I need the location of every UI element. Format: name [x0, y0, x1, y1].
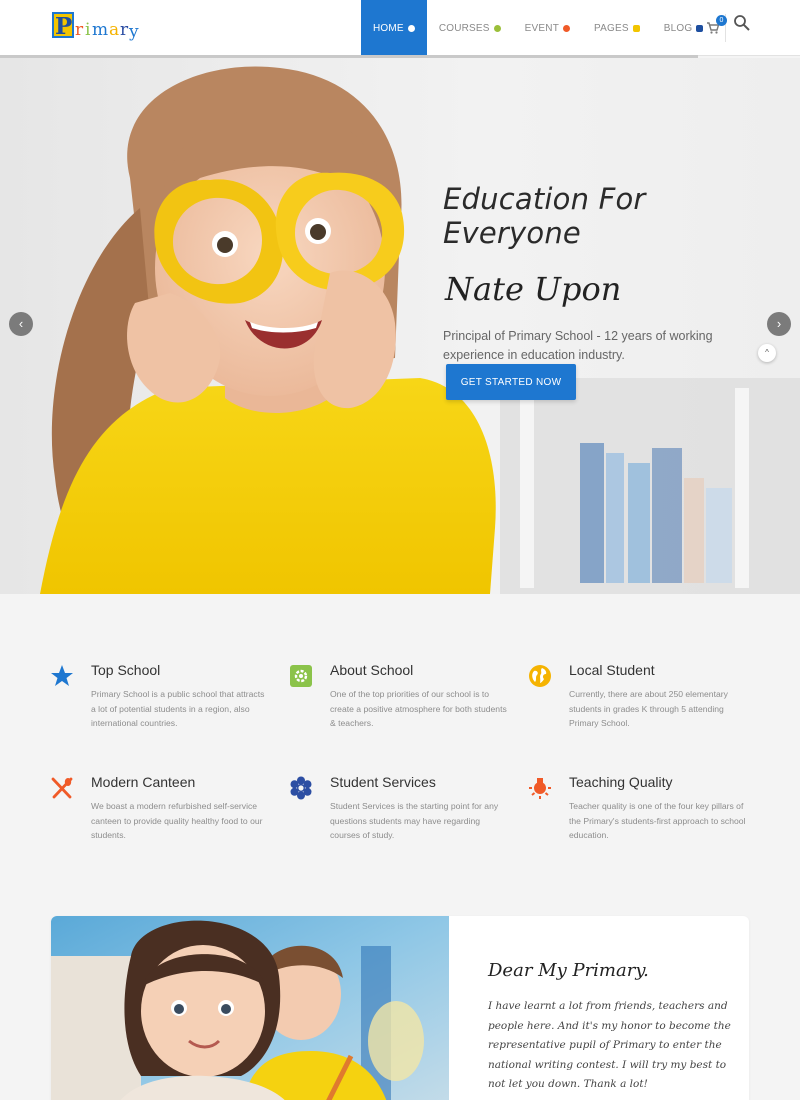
feature-text: Primary School is a public school that a…	[91, 689, 265, 728]
feature-top-school: Top School Primary School is a public sc…	[50, 662, 280, 731]
feature-teaching-quality: Teaching Quality Teacher quality is one …	[528, 774, 758, 843]
hero-subtitle: Principal of Primary School - 12 years o…	[443, 329, 713, 362]
nav-home[interactable]: HOME	[361, 0, 427, 56]
palette-icon	[493, 24, 501, 32]
svg-text:m: m	[92, 20, 108, 40]
kids-photo	[51, 916, 449, 1100]
feature-student-services: Student Services Student Services is the…	[289, 774, 519, 843]
feature-text: One of the top priorities of our school …	[330, 689, 507, 728]
hero-content: Education For Everyone Nate Upon Princip…	[443, 182, 763, 365]
gear-icon	[290, 665, 312, 687]
lamp-icon	[529, 778, 551, 799]
signature-image: Nate Upon	[444, 270, 621, 308]
features-section: Top School Primary School is a public sc…	[0, 594, 800, 914]
nav-home-label: HOME	[373, 22, 404, 34]
nav-courses[interactable]: COURSES	[427, 0, 513, 56]
search-icon[interactable]	[733, 14, 751, 32]
feature-title: Teaching Quality	[569, 774, 673, 790]
feature-text: Student Services is the starting point f…	[330, 801, 499, 840]
nav-pages[interactable]: PAGES	[582, 0, 652, 56]
feature-title: Student Services	[330, 774, 436, 790]
home-icon	[407, 24, 415, 32]
nav-pages-label: PAGES	[594, 22, 629, 34]
feature-text: Teacher quality is one of the four key p…	[569, 801, 746, 840]
hero-title: Education For Everyone	[443, 182, 646, 250]
utensils-icon	[51, 777, 73, 799]
feature-title: Modern Canteen	[91, 774, 196, 790]
slider-next-arrow[interactable]: ›	[767, 312, 791, 336]
cart-button[interactable]: 0	[706, 15, 728, 38]
testimonial-title: Dear My Primary.	[488, 960, 649, 981]
feature-title: About School	[330, 662, 414, 678]
note-icon	[632, 24, 640, 32]
main-nav: HOME COURSES EVENT PAGES BLOG	[361, 0, 736, 56]
svg-text:r: r	[120, 20, 129, 40]
flower-icon	[290, 776, 312, 800]
feature-about-school: About School One of the top priorities o…	[289, 662, 519, 731]
feature-title: Local Student	[569, 662, 655, 678]
feature-text: Currently, there are about 250 elementar…	[569, 689, 728, 728]
nav-courses-label: COURSES	[438, 22, 490, 34]
cart-count-badge: 0	[716, 15, 727, 26]
svg-text:i: i	[85, 20, 91, 40]
get-started-button[interactable]: GET STARTED NOW	[446, 364, 576, 400]
star-icon	[51, 665, 73, 686]
svg-text:P: P	[55, 13, 72, 40]
globe-icon	[529, 665, 551, 687]
feature-text: We boast a modern refurbished self-servi…	[91, 801, 263, 840]
folder-icon	[696, 24, 704, 32]
scroll-top-button[interactable]: ^	[758, 344, 776, 362]
primary-logo[interactable]: P r i m a r y	[52, 8, 152, 44]
svg-text:y: y	[128, 22, 139, 42]
nav-blog-label: BLOG	[663, 22, 693, 34]
testimonial-body: I have learnt a lot from friends, teache…	[488, 1000, 731, 1090]
testimonial-content: Dear My Primary. I have learnt a lot fro…	[488, 960, 738, 1095]
svg-text:a: a	[109, 20, 119, 40]
sun-icon	[563, 24, 571, 32]
feature-local-student: Local Student Currently, there are about…	[528, 662, 758, 731]
nav-event[interactable]: EVENT	[513, 0, 582, 56]
testimonial-card: Dear My Primary. I have learnt a lot fro…	[51, 916, 749, 1100]
svg-text:r: r	[75, 20, 84, 40]
nav-event-label: EVENT	[524, 22, 560, 34]
feature-modern-canteen: Modern Canteen We boast a modern refurbi…	[50, 774, 280, 843]
feature-title: Top School	[91, 662, 161, 678]
slider-prev-arrow[interactable]: ‹	[9, 312, 33, 336]
hero-slider: Education For Everyone Nate Upon Princip…	[0, 58, 800, 594]
svg-text:Nate Upon: Nate Upon	[444, 270, 621, 308]
site-header: P r i m a r y HOME COURSES EVENT PAGES B…	[0, 0, 800, 58]
